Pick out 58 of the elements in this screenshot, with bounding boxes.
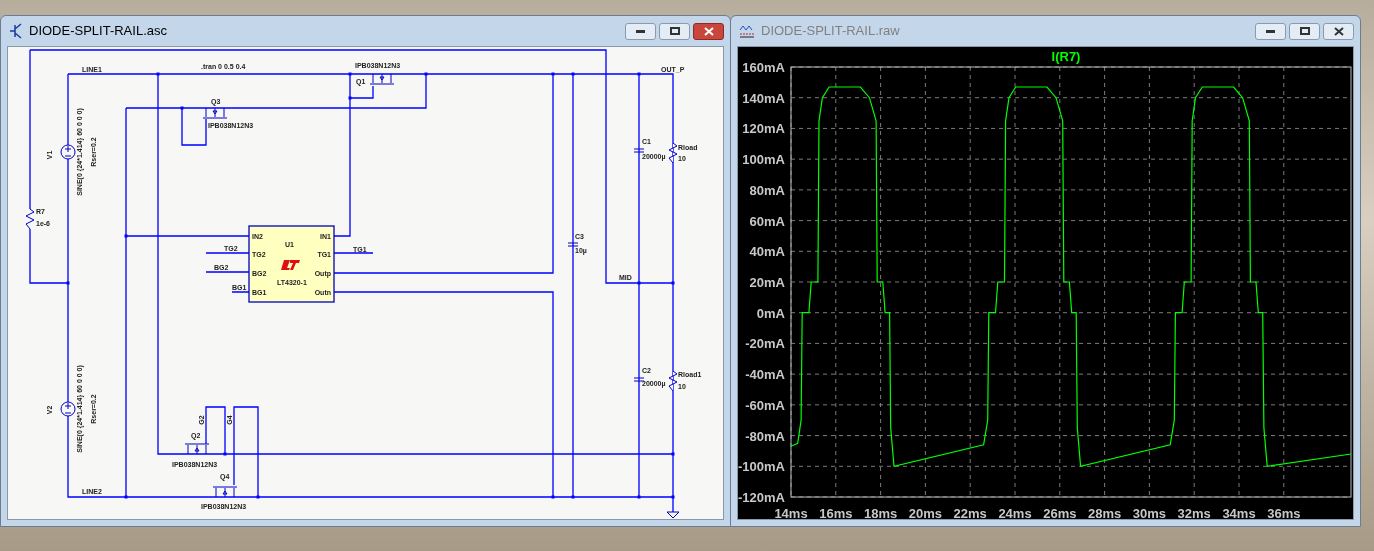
x-axis-label: 30ms [1132,506,1167,519]
close-button[interactable] [693,22,724,40]
x-axis-label: 24ms [998,506,1032,519]
transistor-icon [9,23,23,39]
waveform-icon [739,24,755,38]
mosfet-symbol [369,73,395,85]
x-axis-label: 14ms [774,506,808,519]
minimize-icon [636,29,645,33]
minimize-icon [1266,29,1275,33]
x-axis-label: 34ms [1222,506,1256,519]
maximize-button[interactable] [1289,22,1320,40]
capacitor-symbol [633,377,645,382]
resistor-symbol [668,370,678,392]
y-axis-label: 60mA [749,213,785,229]
y-axis-label: -40mA [745,367,785,383]
maximize-icon [1299,27,1310,35]
x-axis-label: 22ms [953,506,987,519]
x-axis-label: 32ms [1177,506,1211,519]
window-title: DIODE-SPLIT-RAIL.raw [761,22,901,41]
x-axis-label: 26ms [1043,506,1077,519]
y-axis-label: -20mA [745,336,785,352]
y-axis-label: 120mA [742,121,785,137]
y-axis-label: 100mA [742,152,785,168]
capacitor-symbol [567,242,579,247]
resistor-symbol [668,142,678,164]
x-axis-label: 28ms [1087,506,1122,519]
voltage-source-symbol [60,401,76,417]
lt-logo-icon [281,260,300,270]
chart-title: I(R7) [1051,49,1081,64]
close-icon [1333,26,1344,36]
resistor-symbol [25,208,35,230]
y-axis-label: 20mA [749,275,785,290]
close-icon [703,26,714,36]
x-axis-label: 18ms [863,506,898,519]
y-axis-label: -80mA [745,428,785,444]
mosfet-symbol [184,443,210,455]
minimize-button[interactable] [625,22,656,40]
close-button[interactable] [1323,22,1354,40]
x-axis-label: 36ms [1267,506,1301,519]
y-axis-label: -100mA [738,459,785,475]
maximize-icon [669,27,680,35]
minimize-button[interactable] [1255,22,1286,40]
maximize-button[interactable] [659,22,690,40]
y-axis-label: 40mA [749,244,785,260]
ground-symbol [666,511,680,519]
y-axis-label: 160mA [742,60,785,75]
y-axis-label: -120mA [738,490,785,505]
x-axis-label: 16ms [819,506,853,519]
y-axis-label: 0mA [756,305,785,321]
x-axis-label: 20ms [908,506,943,519]
voltage-source-symbol [60,144,76,160]
y-axis-label: 140mA [742,90,785,106]
y-axis-label: 80mA [749,182,785,198]
y-axis-label: -60mA [745,397,785,413]
mosfet-symbol [212,486,238,498]
capacitor-symbol [633,148,645,153]
window-title: DIODE-SPLIT-RAIL.asc [29,22,168,41]
mosfet-symbol [202,107,228,119]
